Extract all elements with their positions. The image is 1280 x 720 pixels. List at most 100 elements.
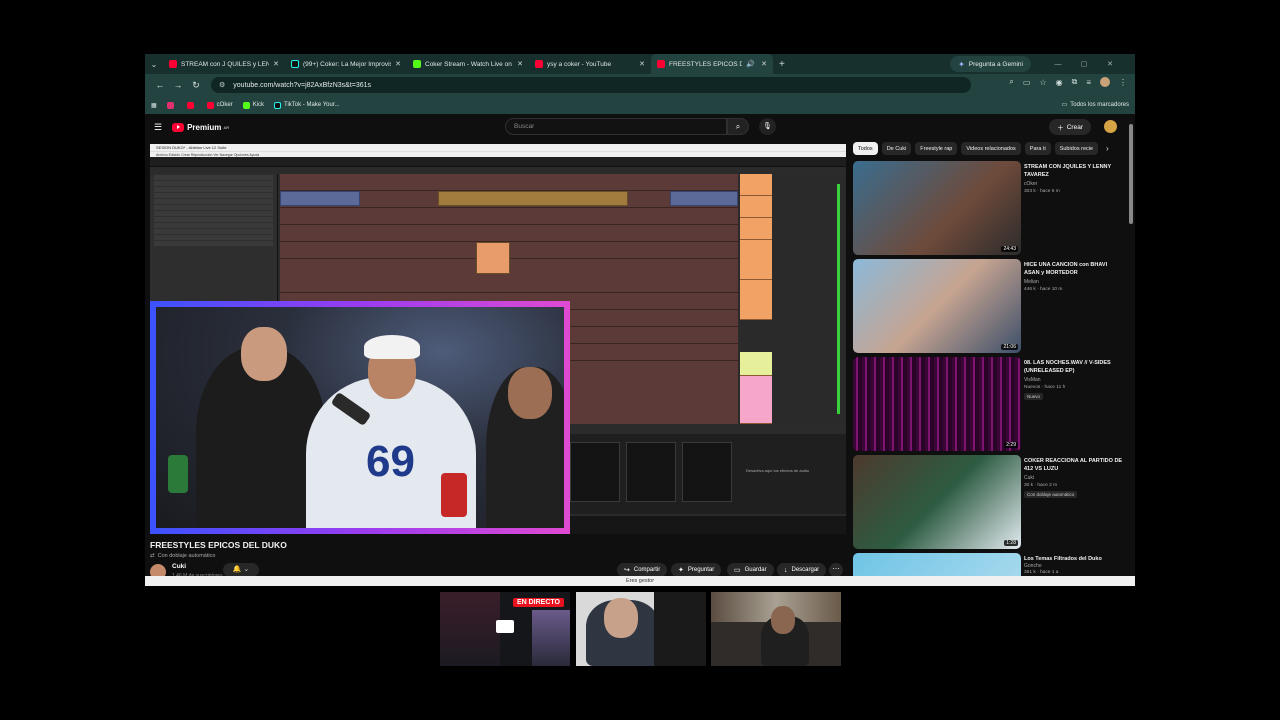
search-icon[interactable]: ⌕ [727,118,749,135]
back-icon[interactable]: ← [151,80,169,90]
close-icon[interactable]: ✕ [639,60,645,68]
track-lane [280,174,738,191]
channel-name[interactable]: cOker [1024,181,1037,187]
video-title[interactable]: Los Temas Filtrados del Duko [1024,555,1123,563]
youtube-icon [657,60,665,68]
video-title[interactable]: 08. LAS NOCHES.WAV // V-SIDES (UNRELEASE… [1024,359,1124,375]
chip-de-cuki[interactable]: De Cuki [881,142,912,155]
video-thumbnail[interactable]: 21:06 [853,259,1021,353]
video-duration: 24:43 [1001,246,1018,252]
close-icon[interactable]: ✕ [395,60,401,68]
webcam-preview-2[interactable] [711,592,841,666]
extension-icon[interactable]: ◉ [1056,78,1063,87]
channel-name[interactable]: Goncho [1024,563,1042,569]
youtube-logo[interactable]: Premium AR [172,122,229,132]
close-icon[interactable]: ✕ [761,60,767,68]
menu-kebab-icon[interactable]: ⋮ [1119,78,1127,87]
browser-window: ⌄ STREAM con J QUILES y LENNY TAVAREZ ✕ … [145,54,1135,586]
video-thumbnail[interactable] [853,553,1021,577]
window-close-icon[interactable]: ✕ [1099,54,1121,74]
tab-freestyles-duko[interactable]: FREESTYLES EPICOS DEL DUKO 🔊 ✕ [651,54,773,74]
chip-all[interactable]: Todos [853,142,878,155]
recommendation-item[interactable]: 2:29 08. LAS NOCHES.WAV // V-SIDES (UNRE… [853,357,1123,453]
close-icon[interactable]: ✕ [273,60,279,68]
recommendation-item[interactable]: 21:06 HICE UNA CANCION con BHAVI ASAN y … [853,259,1123,355]
tiktok-icon [274,101,282,109]
bookmark-coker[interactable]: cOker [206,101,233,109]
bookmark-kick[interactable]: Kick [242,101,264,109]
channel-name[interactable]: VisMan [1024,377,1041,383]
apps-grid-icon[interactable]: ▦ [151,102,157,109]
video-thumbnail[interactable]: 2:29 [853,357,1021,451]
save-icon: ▭ [734,567,741,574]
live-preview[interactable]: EN DIRECTO [440,592,570,666]
tab-search-chevron-icon[interactable]: ⌄ [145,54,163,74]
gemini-button[interactable]: ✦ Pregunta a Gemini [950,56,1031,72]
bookmark-youtube[interactable] [186,101,197,109]
video-thumbnail[interactable]: 1:28 [853,455,1021,549]
reading-list-icon[interactable]: ≡ [1086,78,1091,87]
browser-row [154,223,273,228]
bookmark-tiktok[interactable]: TikTok - Make Your... [274,101,340,109]
reload-icon[interactable]: ↻ [187,80,205,91]
channel-name[interactable]: Melian [1024,279,1039,285]
ask-button[interactable]: ✦ Preguntar [671,563,722,577]
tiktok-icon [291,60,299,68]
recommendation-item[interactable]: 24:43 STREAM CON JQUILES Y LENNY TAVAREZ… [853,161,1123,257]
dub-icon: ⇄ [150,553,155,559]
track-lane [280,191,738,208]
video-thumbnail[interactable]: 24:43 [853,161,1021,255]
chevron-right-icon[interactable]: › [1106,144,1109,153]
page-scrollbar[interactable] [1129,124,1133,224]
chip-recent[interactable]: Subidos recie [1054,142,1099,155]
extensions-puzzle-icon[interactable]: ⧉ [1072,77,1078,87]
tab-ysy-coker[interactable]: ysy a coker - YouTube ✕ [529,54,651,74]
video-player[interactable]: SESION DUKO* - Ableton Live 12 Suite Arc… [150,144,846,534]
gemini-spark-icon: ✦ [958,59,965,69]
microphone-icon[interactable]: 🎙 [759,118,776,135]
zoom-icon[interactable]: ⌕ [1009,77,1013,87]
forward-icon[interactable]: → [169,80,187,90]
preview-scene [440,592,500,666]
webcam-preview-1[interactable] [576,592,706,666]
hamburger-menu-icon[interactable]: ☰ [154,122,162,133]
recommendation-item[interactable]: 1:28 COKER REACCIONA AL PARTIDO DE 412 V… [853,455,1123,551]
profile-avatar[interactable] [1100,77,1110,87]
save-button[interactable]: ▭ Guardar [727,563,774,577]
maximize-icon[interactable]: ▢ [1073,54,1095,74]
bookmark-instagram[interactable] [166,101,177,109]
close-icon[interactable]: ✕ [517,60,523,68]
minimize-icon[interactable]: — [1047,54,1069,74]
account-avatar[interactable] [1104,120,1117,133]
channel-name[interactable]: Cuki [1024,475,1034,481]
notifications-bell-button[interactable]: 🔔 ⌄ [223,563,259,577]
more-actions-icon[interactable]: ⋯ [829,563,843,577]
ableton-statusbar [570,516,846,534]
chip-for-you[interactable]: Para ti [1024,142,1051,155]
tab-kick-coker[interactable]: Coker Stream - Watch Live on Kick ✕ [407,54,529,74]
video-title[interactable]: HICE UNA CANCION con BHAVI ASAN y MORTED… [1024,261,1124,277]
tab-tiktok-coker[interactable]: (99+) Coker: La Mejor Improvisación ✕ [285,54,407,74]
dubbed-label: ⇄ Con doblaje automático [150,553,215,559]
webcam-scene: 69 [156,307,564,528]
recommendation-item[interactable]: Los Temas Filtrados del Duko Goncho 361 … [853,553,1123,577]
create-button[interactable]: ＋ Crear [1049,119,1091,135]
video-title[interactable]: STREAM CON JQUILES Y LENNY TAVAREZ [1024,163,1124,179]
address-bar[interactable]: ⚙ youtube.com/watch?v=j82AxBfzN3s&t=361s [211,77,971,93]
bookmark-star-icon[interactable]: ☆ [1039,78,1046,87]
share-button[interactable]: ↪ Compartir [617,563,668,577]
download-button[interactable]: ↓ Descargar [777,563,827,577]
all-bookmarks[interactable]: ▭ Todos los marcadores [1062,101,1129,109]
bell-icon: 🔔 [232,566,242,573]
chip-related[interactable]: Videos relacionados [961,142,1021,155]
search-input[interactable]: Buscar [505,118,727,135]
new-tab-button[interactable]: + [779,59,785,70]
channel-name[interactable]: Cuki [172,563,186,570]
cast-icon[interactable]: ▭ [1023,78,1031,87]
tab-stream-quiles[interactable]: STREAM con J QUILES y LENNY TAVAREZ ✕ [163,54,285,74]
gemini-label: Pregunta a Gemini [968,60,1023,68]
speaker-icon[interactable]: 🔊 [746,60,755,68]
site-info-icon[interactable]: ⚙ [219,81,225,89]
chip-freestyle-rap[interactable]: Freestyle rap [915,142,958,155]
video-title[interactable]: COKER REACCIONA AL PARTIDO DE 412 VS LUZ… [1024,457,1124,473]
